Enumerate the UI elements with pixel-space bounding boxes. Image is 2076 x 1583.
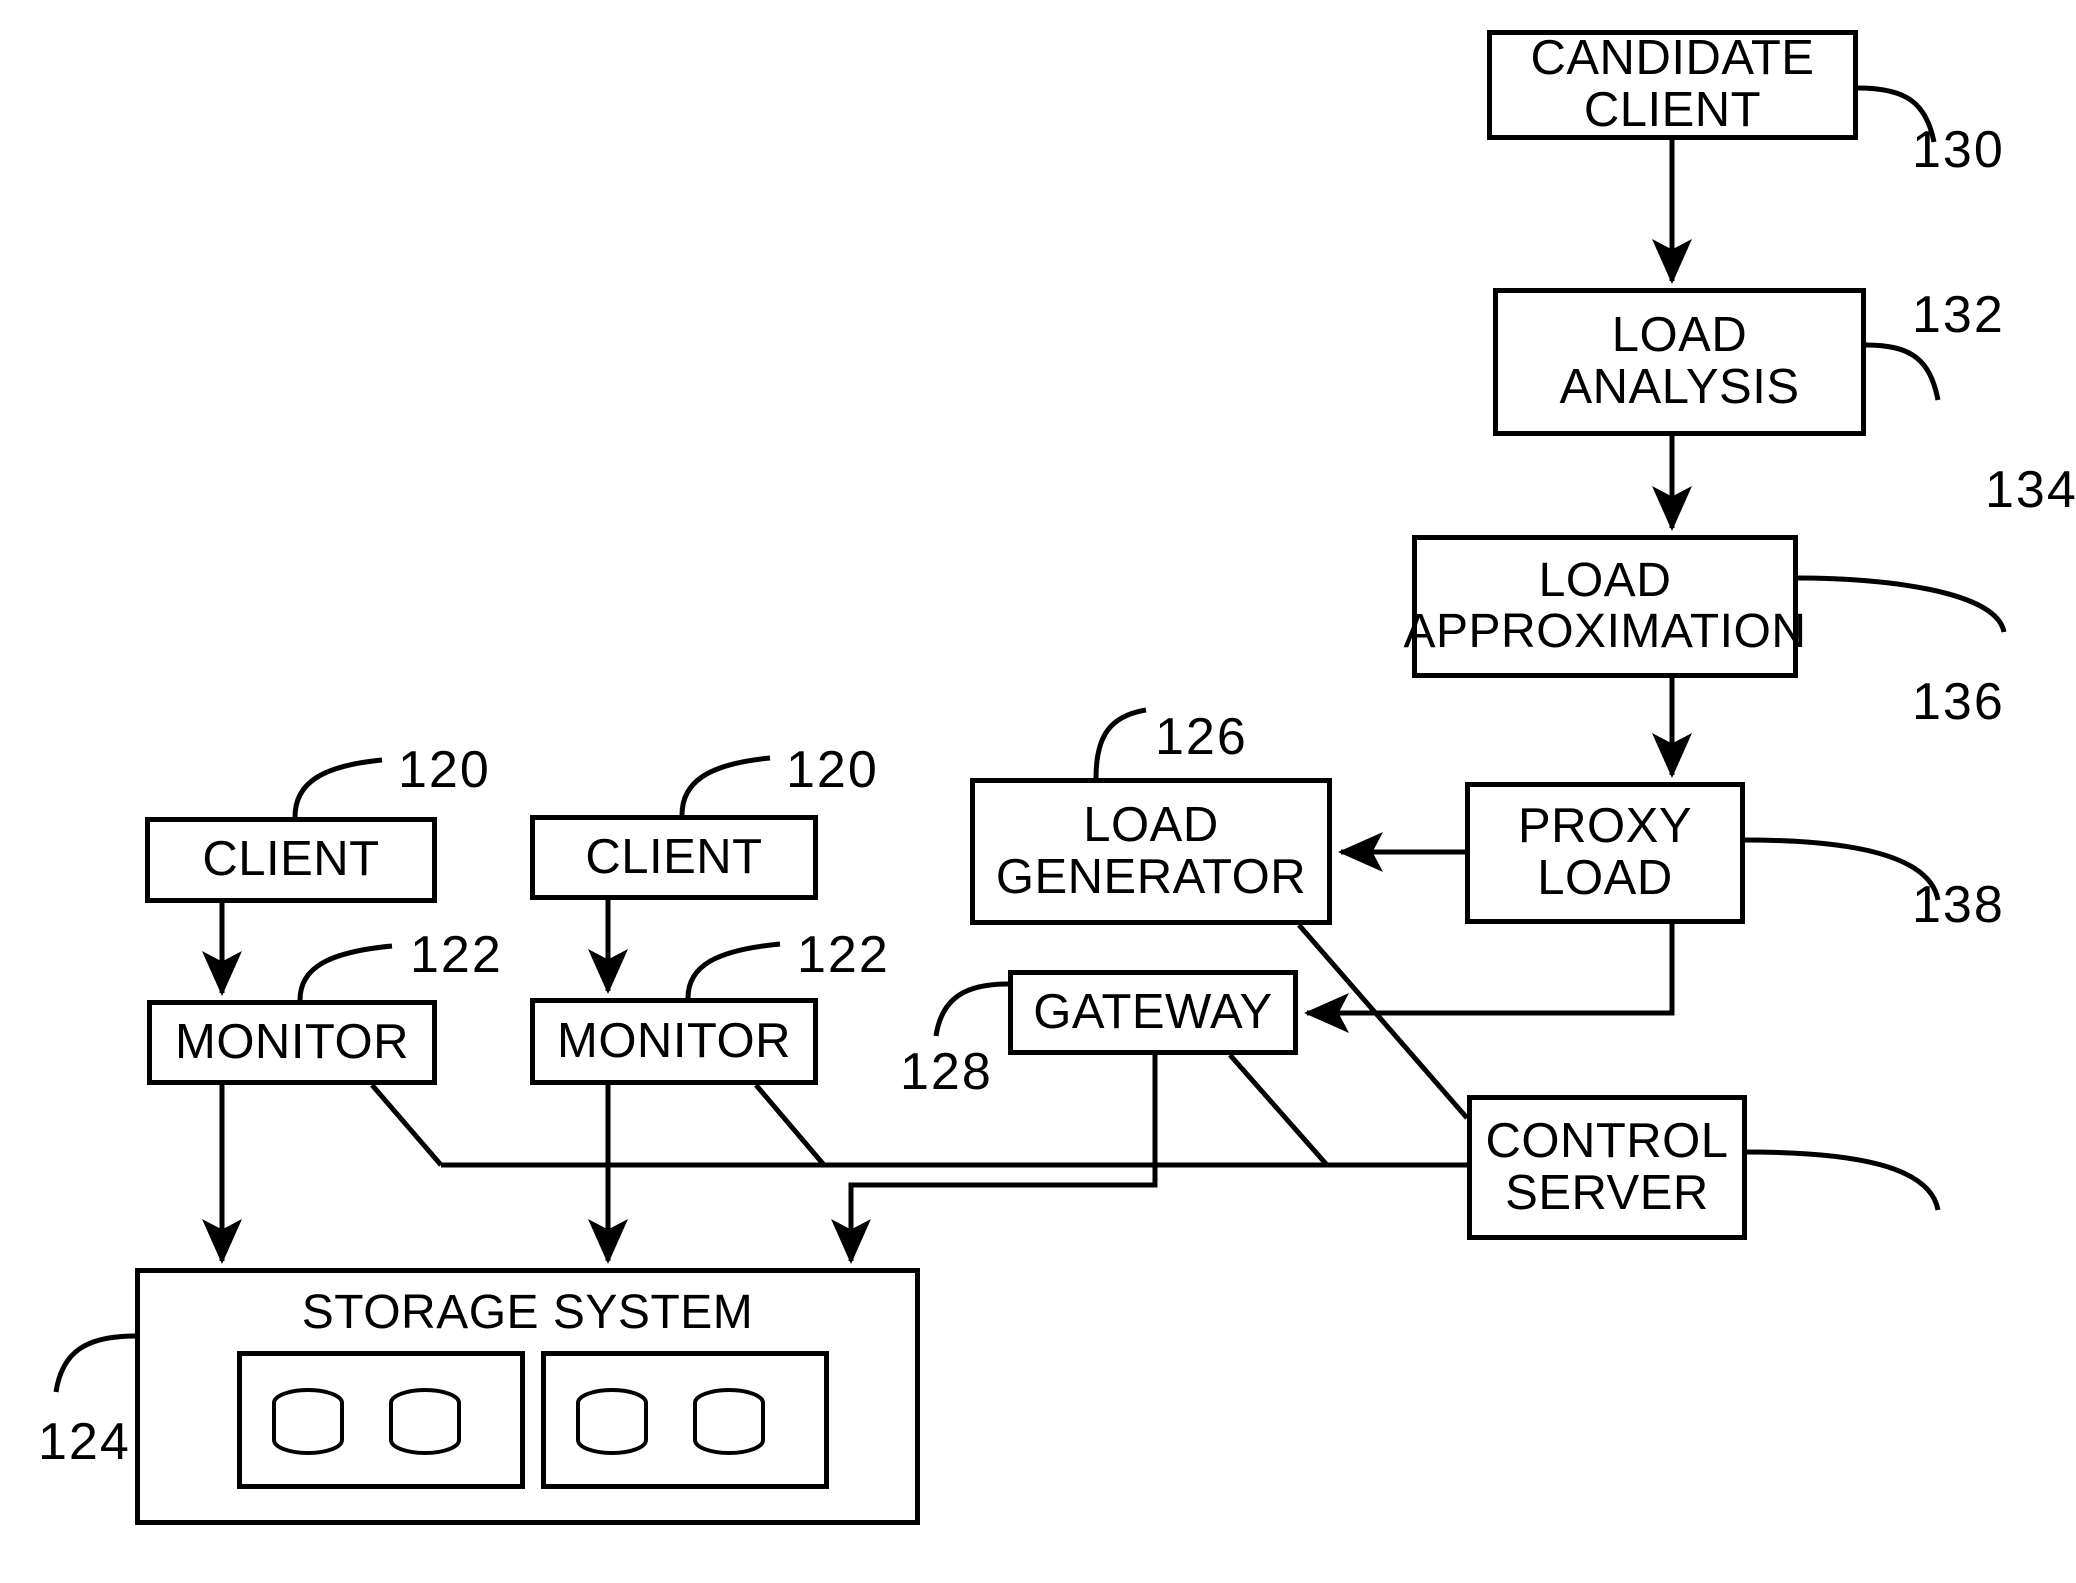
leader-124: [53, 1333, 136, 1393]
block-load-generator-label: LOAD GENERATOR: [995, 797, 1307, 904]
refnum-load-analysis: 132: [1912, 286, 2005, 344]
block-load-approximation-label: LOAD APPROXIMATION: [1403, 553, 1807, 658]
block-monitor-1[interactable]: MONITOR: [147, 1000, 437, 1085]
arrow-proxyload-to-gateway: [1303, 924, 1675, 1033]
patent-figure: CANDIDATE CLIENT LOAD ANALYSIS LOAD APPR…: [0, 0, 2076, 1583]
bus-monitor2-diagonal: [754, 1083, 826, 1167]
block-client-2[interactable]: CLIENT: [530, 815, 818, 900]
refnum-monitor-1: 122: [410, 926, 503, 984]
block-candidate-client[interactable]: CANDIDATE CLIENT: [1487, 30, 1858, 140]
leader-134: [1797, 575, 2007, 633]
line-gateway-to-controlserver: [1228, 1053, 1329, 1167]
block-load-analysis[interactable]: LOAD ANALYSIS: [1493, 288, 1866, 436]
line-loadgenerator-to-controlserver: [1297, 923, 1469, 1120]
block-load-generator[interactable]: LOAD GENERATOR: [970, 778, 1332, 925]
leader-120a: [292, 757, 383, 818]
refnum-control-server: 138: [1912, 876, 2005, 934]
block-proxy-load-label: PROXY LOAD: [1517, 799, 1693, 905]
block-candidate-client-label: CANDIDATE CLIENT: [1530, 31, 1815, 137]
disk-icon: [576, 1388, 648, 1455]
leader-136: [1744, 837, 1941, 901]
leader-122a: [297, 943, 393, 1001]
disk-icon: [693, 1388, 765, 1455]
bus-monitor1-diagonal: [370, 1083, 443, 1167]
refnum-client-1: 120: [398, 741, 491, 799]
block-load-analysis-label: LOAD ANALYSIS: [1559, 308, 1800, 414]
block-proxy-load[interactable]: PROXY LOAD: [1465, 782, 1745, 924]
leader-128: [933, 981, 1009, 1037]
leader-132: [1865, 342, 1941, 401]
block-client-1-label: CLIENT: [202, 832, 380, 887]
disk-icon: [272, 1388, 344, 1455]
block-monitor-2[interactable]: MONITOR: [530, 998, 818, 1085]
refnum-storage-system: 124: [38, 1413, 131, 1471]
block-gateway[interactable]: GATEWAY: [1008, 970, 1298, 1055]
refnum-load-generator: 126: [1155, 708, 1248, 766]
disk-icon: [389, 1388, 461, 1455]
block-control-server-label: CONTROL SERVER: [1485, 1113, 1729, 1220]
storage-shelf: [237, 1351, 525, 1489]
refnum-candidate-client: 130: [1912, 121, 2005, 179]
block-client-1[interactable]: CLIENT: [145, 817, 437, 903]
block-monitor-2-label: MONITOR: [557, 1013, 791, 1068]
leader-126: [1093, 707, 1147, 779]
block-gateway-label: GATEWAY: [1033, 984, 1273, 1039]
leader-120b: [679, 755, 771, 816]
storage-shelf: [541, 1351, 829, 1489]
leader-122b: [685, 941, 781, 999]
refnum-load-approximation: 134: [1985, 461, 2076, 519]
refnum-monitor-2: 122: [797, 926, 890, 984]
leader-138: [1746, 1149, 1941, 1211]
block-storage-system[interactable]: STORAGE SYSTEM: [135, 1268, 920, 1525]
arrow-gateway-to-storage: [831, 1055, 1158, 1265]
block-load-approximation[interactable]: LOAD APPROXIMATION: [1404, 535, 1806, 678]
refnum-client-2: 120: [786, 741, 879, 799]
refnum-proxy-load: 136: [1912, 673, 2005, 731]
storage-system-title: STORAGE SYSTEM: [301, 1286, 754, 1339]
block-client-2-label: CLIENT: [585, 829, 763, 884]
refnum-gateway: 128: [900, 1043, 993, 1101]
block-control-server[interactable]: CONTROL SERVER: [1467, 1095, 1747, 1240]
block-monitor-1-label: MONITOR: [175, 1014, 409, 1069]
